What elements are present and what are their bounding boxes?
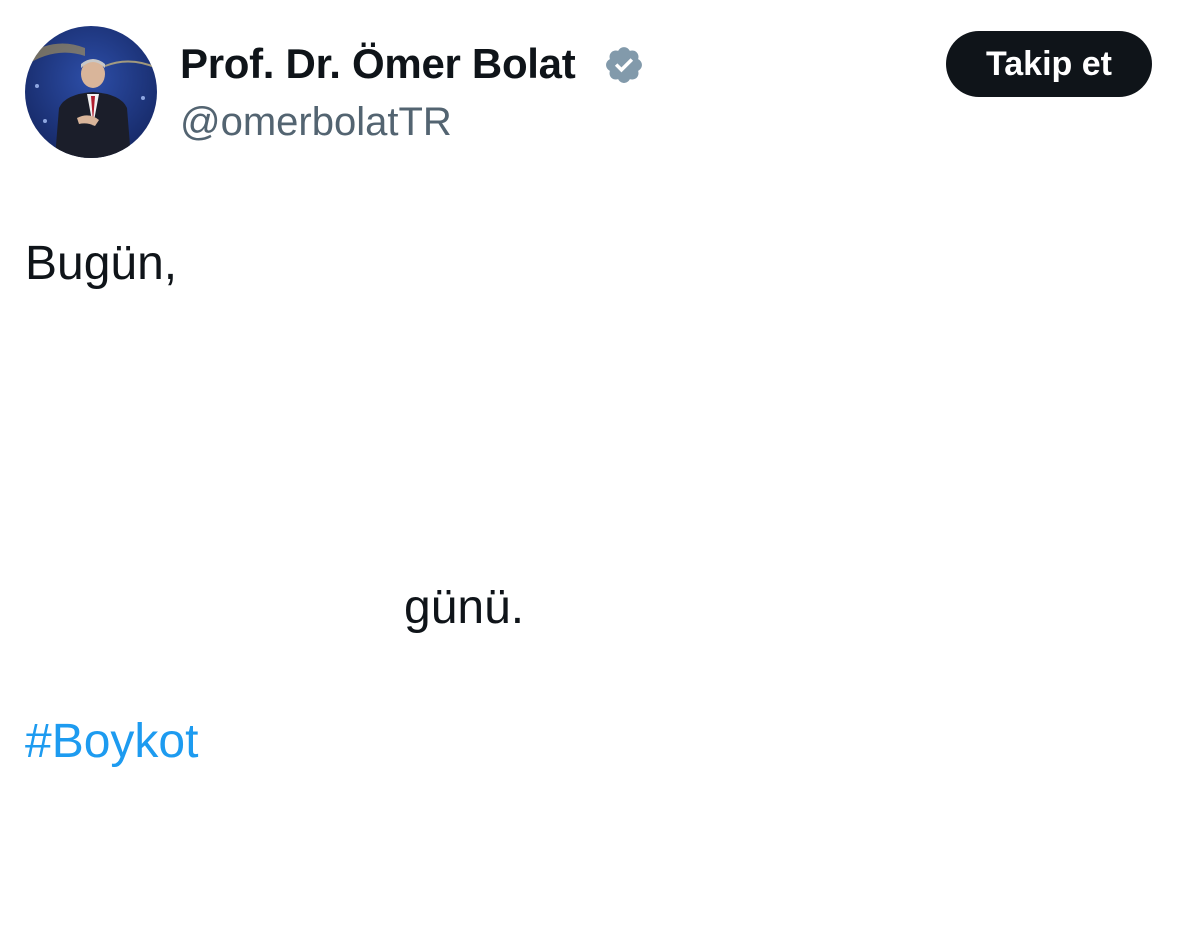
display-name[interactable]: Prof. Dr. Ömer Bolat — [180, 38, 576, 90]
follow-button[interactable]: Takip et — [946, 31, 1152, 97]
verified-badge-icon — [603, 44, 645, 86]
handle[interactable]: @omerbolatTR — [180, 98, 452, 146]
hashtag-link[interactable]: #Boykot — [25, 714, 198, 770]
avatar-photo — [25, 26, 157, 158]
tweet-text-line-2: günü. — [404, 581, 525, 634]
avatar[interactable] — [25, 26, 157, 158]
tweet-text-line-1: Bugün, — [25, 237, 178, 290]
